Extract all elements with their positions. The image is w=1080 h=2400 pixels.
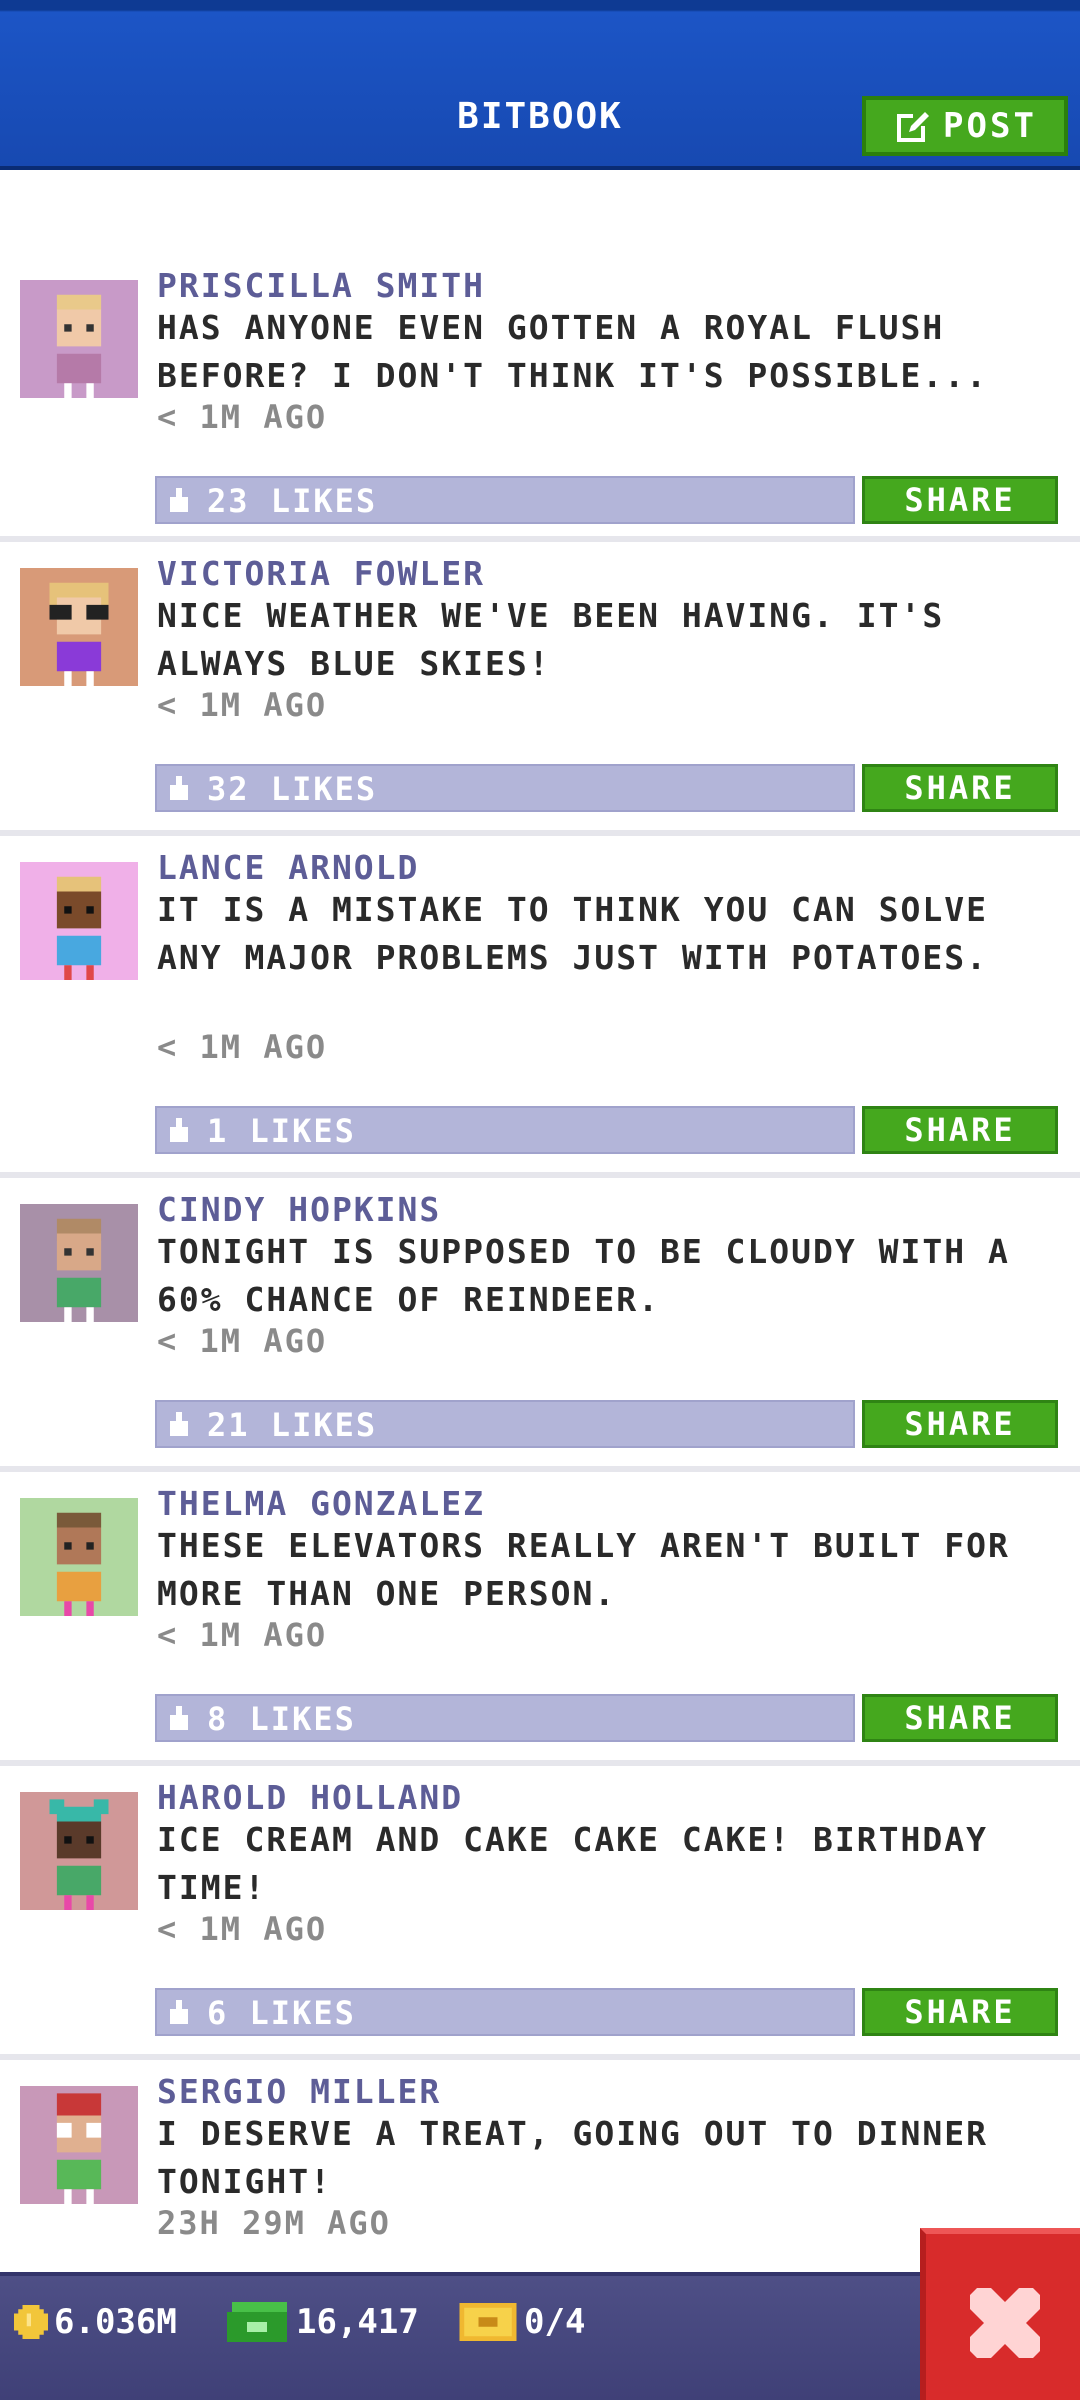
share-button[interactable]: SHARE [862,476,1058,524]
avatar-image [20,1204,138,1322]
post-text: NICE WEATHER WE'VE BEEN HAVING. IT'S ALW… [157,596,945,683]
likes-count: 32 LIKES [207,770,378,808]
post-button-label: POST [943,106,1037,146]
feed-post: CINDY HOPKINS TONIGHT IS SUPPOSED TO BE … [0,1184,1080,1472]
like-icon [170,488,188,512]
tickets-stat: 0/4 [458,2302,585,2342]
share-button[interactable]: SHARE [862,764,1058,812]
coin-icon [14,2305,48,2339]
likes-count: 21 LIKES [207,1406,378,1444]
post-text: ICE CREAM AND CAKE CAKE CAKE! BIRTHDAY T… [157,1820,988,1907]
avatar-image [20,862,138,980]
edit-icon [897,112,930,142]
feed-post: HAROLD HOLLAND ICE CREAM AND CAKE CAKE C… [0,1772,1080,2060]
avatar-image [20,280,138,398]
likes-count: 1 LIKES [207,1112,356,1150]
avatar[interactable] [20,862,138,980]
like-icon [170,1706,188,1730]
post-author[interactable]: HAROLD HOLLAND [157,1778,463,1817]
avatar-image [20,568,138,686]
post-time: < 1M AGO [157,686,328,724]
likes-bar[interactable]: 32 LIKES [155,764,855,812]
coins-value: 6.036M [54,2302,177,2342]
like-icon [170,776,188,800]
avatar-image [20,1498,138,1616]
post-text: HAS ANYONE EVEN GOTTEN A ROYAL FLUSH BEF… [157,308,988,395]
likes-bar[interactable]: 6 LIKES [155,1988,855,2036]
currency-bar: 6.036M 16,417 0/4 [0,2272,1080,2400]
post-time: < 1M AGO [157,398,328,436]
post-author[interactable]: PRISCILLA SMITH [157,266,485,305]
post-button[interactable]: POST [862,96,1068,156]
close-button[interactable] [920,2228,1080,2400]
post-author[interactable]: VICTORIA FOWLER [157,554,485,593]
tickets-value: 0/4 [524,2302,586,2342]
like-icon [170,1118,188,1142]
close-icon [970,2288,1040,2358]
share-button[interactable]: SHARE [862,1106,1058,1154]
bux-value: 16,417 [296,2302,419,2342]
likes-count: 8 LIKES [207,1700,356,1738]
share-button[interactable]: SHARE [862,1694,1058,1742]
bux-icon [227,2302,287,2342]
top-bar: BITBOOK POST [0,0,1080,170]
like-icon [170,1412,188,1436]
like-icon [170,2000,188,2024]
likes-bar[interactable]: 8 LIKES [155,1694,855,1742]
post-text: IT IS A MISTAKE TO THINK YOU CAN SOLVE A… [157,890,988,977]
share-button[interactable]: SHARE [862,1988,1058,2036]
coins-stat: 6.036M [14,2302,177,2342]
avatar[interactable] [20,1792,138,1910]
likes-count: 6 LIKES [207,1994,356,2032]
feed-list[interactable]: PRISCILLA SMITH HAS ANYONE EVEN GOTTEN A… [0,174,1080,2272]
avatar-image [20,1792,138,1910]
post-text: TONIGHT IS SUPPOSED TO BE CLOUDY WITH A … [157,1232,1010,1319]
post-time: < 1M AGO [157,1028,328,1066]
avatar[interactable] [20,280,138,398]
feed-post: LANCE ARNOLD IT IS A MISTAKE TO THINK YO… [0,842,1080,1178]
likes-bar[interactable]: 1 LIKES [155,1106,855,1154]
avatar[interactable] [20,568,138,686]
post-time: < 1M AGO [157,1616,328,1654]
feed-post: VICTORIA FOWLER NICE WEATHER WE'VE BEEN … [0,548,1080,836]
post-time: < 1M AGO [157,1322,328,1360]
post-text: THESE ELEVATORS REALLY AREN'T BUILT FOR … [157,1526,1010,1613]
post-text: I DESERVE A TREAT, GOING OUT TO DINNER T… [157,2114,988,2201]
likes-bar[interactable]: 23 LIKES [155,476,855,524]
avatar[interactable] [20,2086,138,2204]
bux-stat: 16,417 [224,2302,419,2342]
share-button[interactable]: SHARE [862,1400,1058,1448]
post-author[interactable]: SERGIO MILLER [157,2072,441,2111]
likes-bar[interactable]: 21 LIKES [155,1400,855,1448]
avatar[interactable] [20,1204,138,1322]
likes-count: 23 LIKES [207,482,378,520]
post-author[interactable]: CINDY HOPKINS [157,1190,441,1229]
avatar[interactable] [20,1498,138,1616]
ticket-icon [459,2303,517,2341]
feed-post: THELMA GONZALEZ THESE ELEVATORS REALLY A… [0,1478,1080,1766]
avatar-image [20,2086,138,2204]
post-time: < 1M AGO [157,1910,328,1948]
post-author[interactable]: LANCE ARNOLD [157,848,419,887]
feed-post: PRISCILLA SMITH HAS ANYONE EVEN GOTTEN A… [0,260,1080,542]
post-time: 23H 29M AGO [157,2204,391,2242]
feed-post: SERGIO MILLER I DESERVE A TREAT, GOING O… [0,2066,1080,2272]
post-author[interactable]: THELMA GONZALEZ [157,1484,485,1523]
